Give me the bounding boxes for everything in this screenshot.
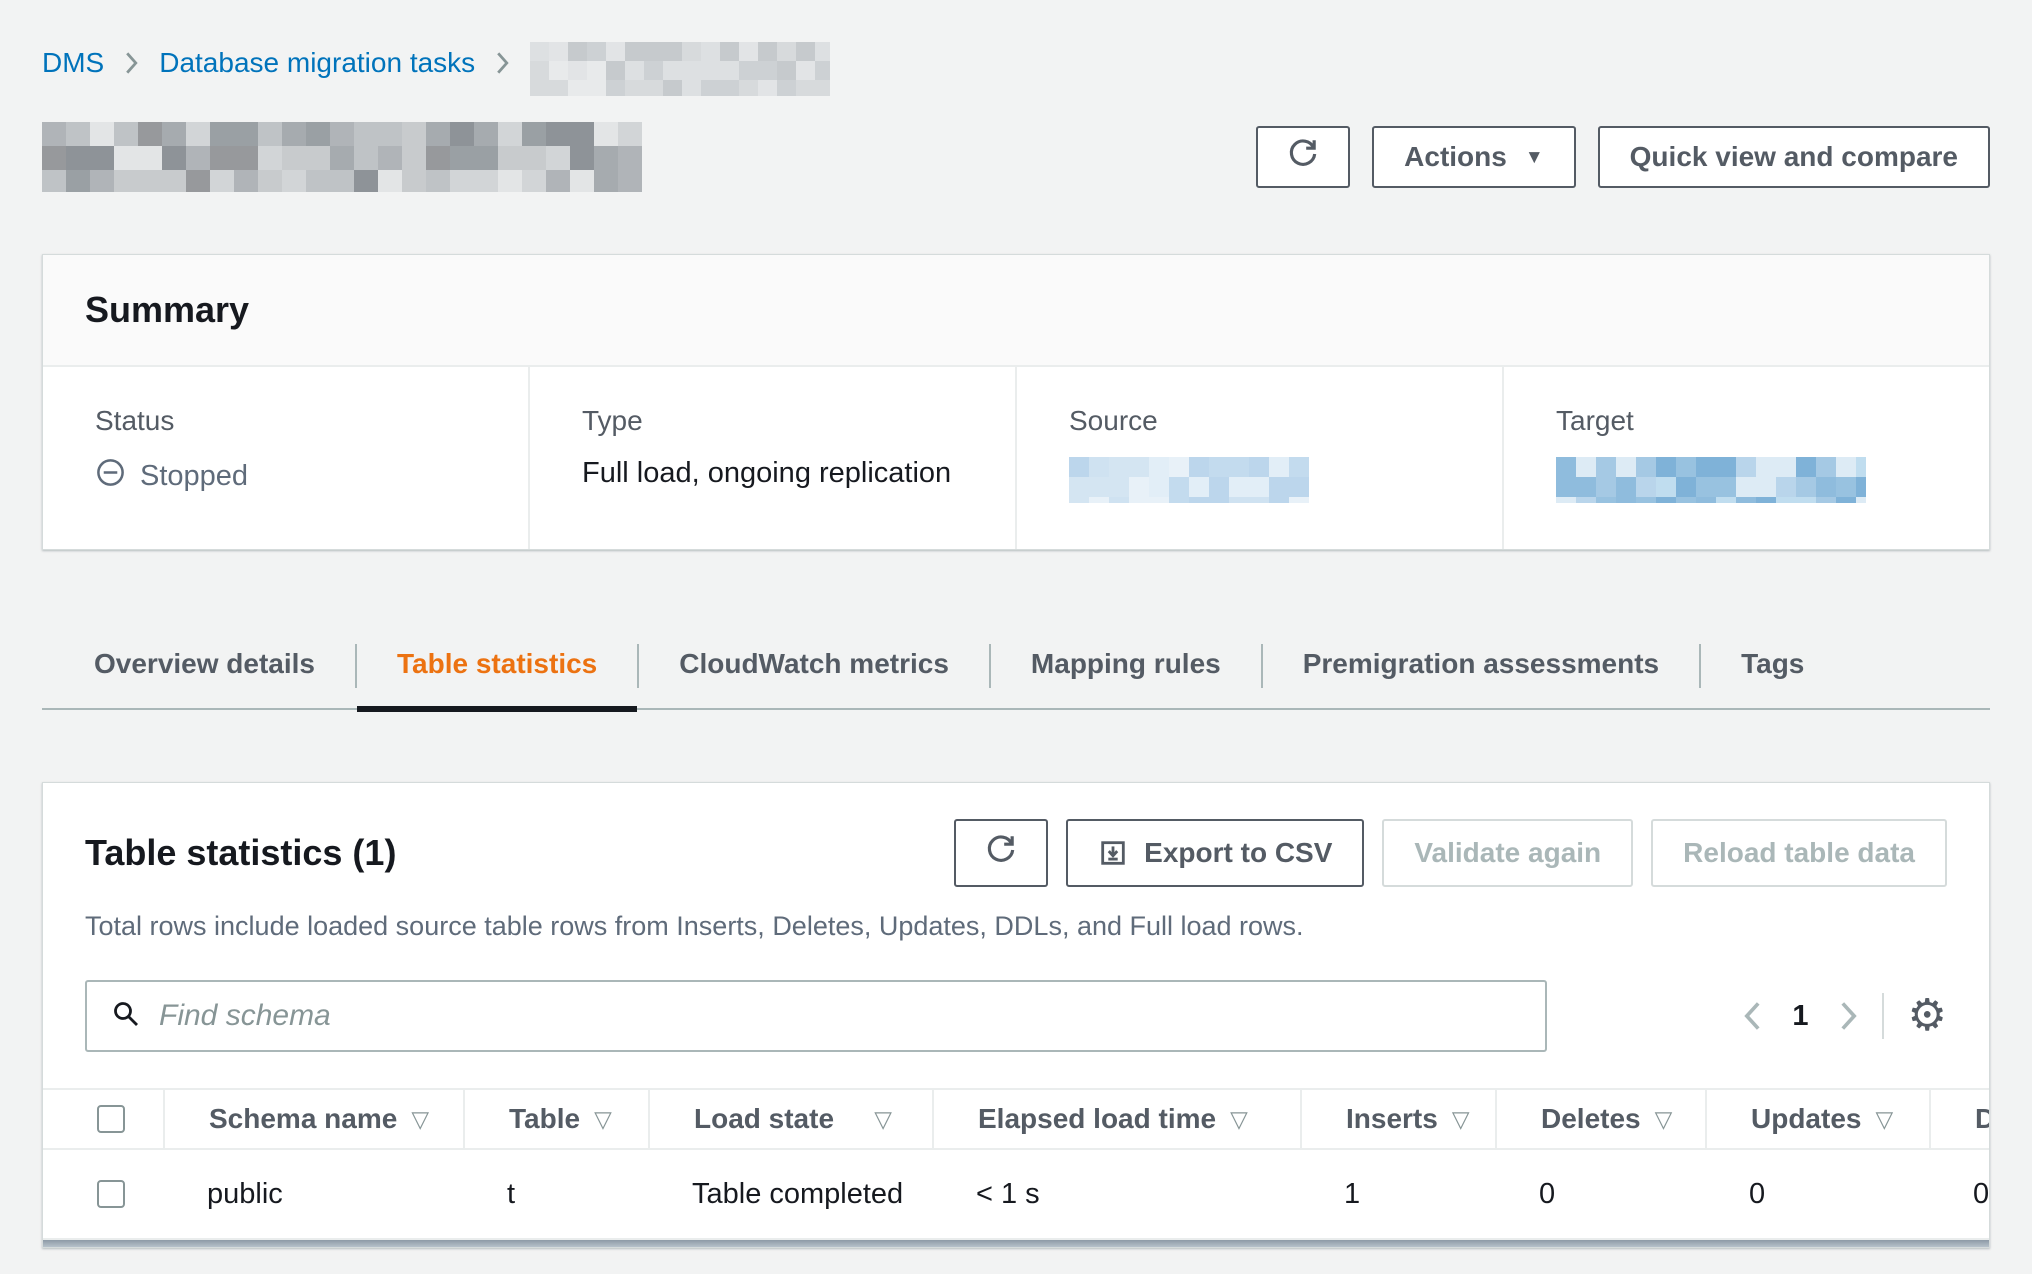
type-value: Full load, ongoing replication: [582, 457, 995, 490]
tab-tags[interactable]: Tags: [1701, 624, 1844, 708]
reload-table-data-button-disabled: Reload table data: [1651, 819, 1947, 887]
dms-task-page: DMS Database migration tasks Actions ▼: [0, 0, 2032, 1248]
cell-table: t: [463, 1150, 648, 1238]
actions-button[interactable]: Actions ▼: [1372, 126, 1576, 188]
table-statistics-panel: Table statistics (1): [42, 782, 1990, 1248]
pagination: 1: [1743, 1000, 1857, 1033]
cell-clipped: 0: [1929, 1150, 1989, 1238]
page-number[interactable]: 1: [1792, 1000, 1808, 1033]
cell-elapsed-load-time: < 1 s: [932, 1150, 1300, 1238]
filter-icon: ▽: [874, 1106, 892, 1133]
table-statistics-description: Total rows include loaded source table r…: [85, 911, 1947, 942]
column-header-load-state[interactable]: Load state ▽: [648, 1090, 932, 1148]
summary-field-source: Source: [1015, 367, 1502, 549]
column-header-elapsed-load-time[interactable]: Elapsed load time ▽: [932, 1090, 1300, 1148]
summary-field-target: Target: [1502, 367, 1989, 549]
next-page-icon: [1839, 1000, 1858, 1032]
schema-search-box[interactable]: [85, 980, 1547, 1052]
tab-overview-details[interactable]: Overview details: [54, 624, 355, 708]
header-actions: Actions ▼ Quick view and compare: [1256, 126, 1990, 188]
task-detail-tabs: Overview details Table statistics CloudW…: [42, 624, 1990, 710]
summary-card: Summary Status Stopped Type Full load, o…: [42, 254, 1990, 550]
column-header-updates[interactable]: Updates ▽: [1705, 1090, 1929, 1148]
page-title-redacted: [42, 122, 642, 192]
stopped-status-icon: [95, 457, 126, 496]
filter-icon: ▽: [1875, 1106, 1893, 1133]
summary-field-type: Type Full load, ongoing replication: [528, 367, 1015, 549]
export-button-label: Export to CSV: [1144, 837, 1332, 869]
search-icon: [111, 999, 141, 1034]
reload-button-label: Reload table data: [1683, 837, 1915, 869]
cell-updates: 0: [1705, 1150, 1929, 1238]
breadcrumb: DMS Database migration tasks: [42, 30, 1990, 96]
chevron-right-icon: [124, 50, 139, 76]
actions-button-label: Actions: [1404, 141, 1507, 173]
toolbar-divider: [1882, 993, 1884, 1039]
refresh-button[interactable]: [1256, 126, 1350, 188]
summary-card-header: Summary: [43, 255, 1989, 367]
gear-icon[interactable]: ⚙: [1908, 994, 1947, 1038]
table-toolbar: 1 ⚙: [85, 980, 1947, 1052]
column-header-clipped[interactable]: D: [1929, 1090, 1989, 1148]
column-header-table[interactable]: Table ▽: [463, 1090, 648, 1148]
quick-view-label: Quick view and compare: [1630, 141, 1958, 173]
validate-button-label: Validate again: [1414, 837, 1601, 869]
table-statistics-title: Table statistics (1): [85, 832, 396, 874]
summary-title: Summary: [85, 289, 1947, 331]
export-to-csv-button[interactable]: Export to CSV: [1066, 819, 1364, 887]
quick-view-compare-button[interactable]: Quick view and compare: [1598, 126, 1990, 188]
filter-icon: ▽: [594, 1106, 612, 1133]
cell-deletes: 0: [1495, 1150, 1705, 1238]
source-value-redacted-link[interactable]: [1069, 457, 1309, 503]
column-header-deletes[interactable]: Deletes ▽: [1495, 1090, 1705, 1148]
cell-inserts: 1: [1300, 1150, 1495, 1238]
type-label: Type: [582, 405, 995, 437]
table-refresh-button[interactable]: [954, 819, 1048, 887]
column-header-inserts[interactable]: Inserts ▽: [1300, 1090, 1495, 1148]
breadcrumb-current-redacted: [530, 42, 830, 96]
column-header-schema-name[interactable]: Schema name ▽: [163, 1090, 463, 1148]
chevron-right-icon: [495, 50, 510, 76]
summary-grid: Status Stopped Type Full load, ongoing r…: [43, 367, 1989, 549]
previous-page-icon: [1743, 1000, 1762, 1032]
target-value-redacted-link[interactable]: [1556, 457, 1866, 503]
table-statistics-table: Schema name ▽ Table ▽ Load state ▽ Elaps…: [43, 1088, 1989, 1240]
source-label: Source: [1069, 405, 1482, 437]
tab-table-statistics[interactable]: Table statistics: [357, 624, 637, 708]
refresh-icon: [984, 833, 1018, 874]
table-statistics-actions: Export to CSV Validate again Reload tabl…: [954, 819, 1947, 887]
cell-schema-name: public: [163, 1150, 463, 1238]
summary-field-status: Status Stopped: [43, 367, 528, 549]
caret-down-icon: ▼: [1525, 148, 1544, 167]
tab-premigration-assessments[interactable]: Premigration assessments: [1263, 624, 1699, 708]
filter-icon: ▽: [411, 1106, 429, 1133]
breadcrumb-link-tasks[interactable]: Database migration tasks: [159, 47, 475, 79]
horizontal-scrollbar[interactable]: [43, 1240, 1989, 1247]
table-row: public t Table completed < 1 s 1 0 0 0: [43, 1150, 1989, 1240]
page-header: Actions ▼ Quick view and compare: [42, 122, 1990, 192]
select-all-checkbox[interactable]: [97, 1105, 125, 1133]
tab-cloudwatch-metrics[interactable]: CloudWatch metrics: [639, 624, 989, 708]
target-label: Target: [1556, 405, 1969, 437]
cell-load-state: Table completed: [648, 1150, 932, 1238]
filter-icon: ▽: [1655, 1106, 1673, 1133]
breadcrumb-link-dms[interactable]: DMS: [42, 47, 104, 79]
tab-mapping-rules[interactable]: Mapping rules: [991, 624, 1261, 708]
table-header-row: Schema name ▽ Table ▽ Load state ▽ Elaps…: [43, 1088, 1989, 1150]
download-icon: [1098, 838, 1128, 868]
status-label: Status: [95, 405, 508, 437]
row-checkbox[interactable]: [97, 1180, 125, 1208]
status-value: Stopped: [140, 460, 248, 493]
refresh-icon: [1286, 137, 1320, 178]
filter-icon: ▽: [1452, 1106, 1470, 1133]
schema-search-input[interactable]: [159, 999, 1521, 1033]
validate-again-button-disabled: Validate again: [1382, 819, 1633, 887]
filter-icon: ▽: [1230, 1106, 1248, 1133]
